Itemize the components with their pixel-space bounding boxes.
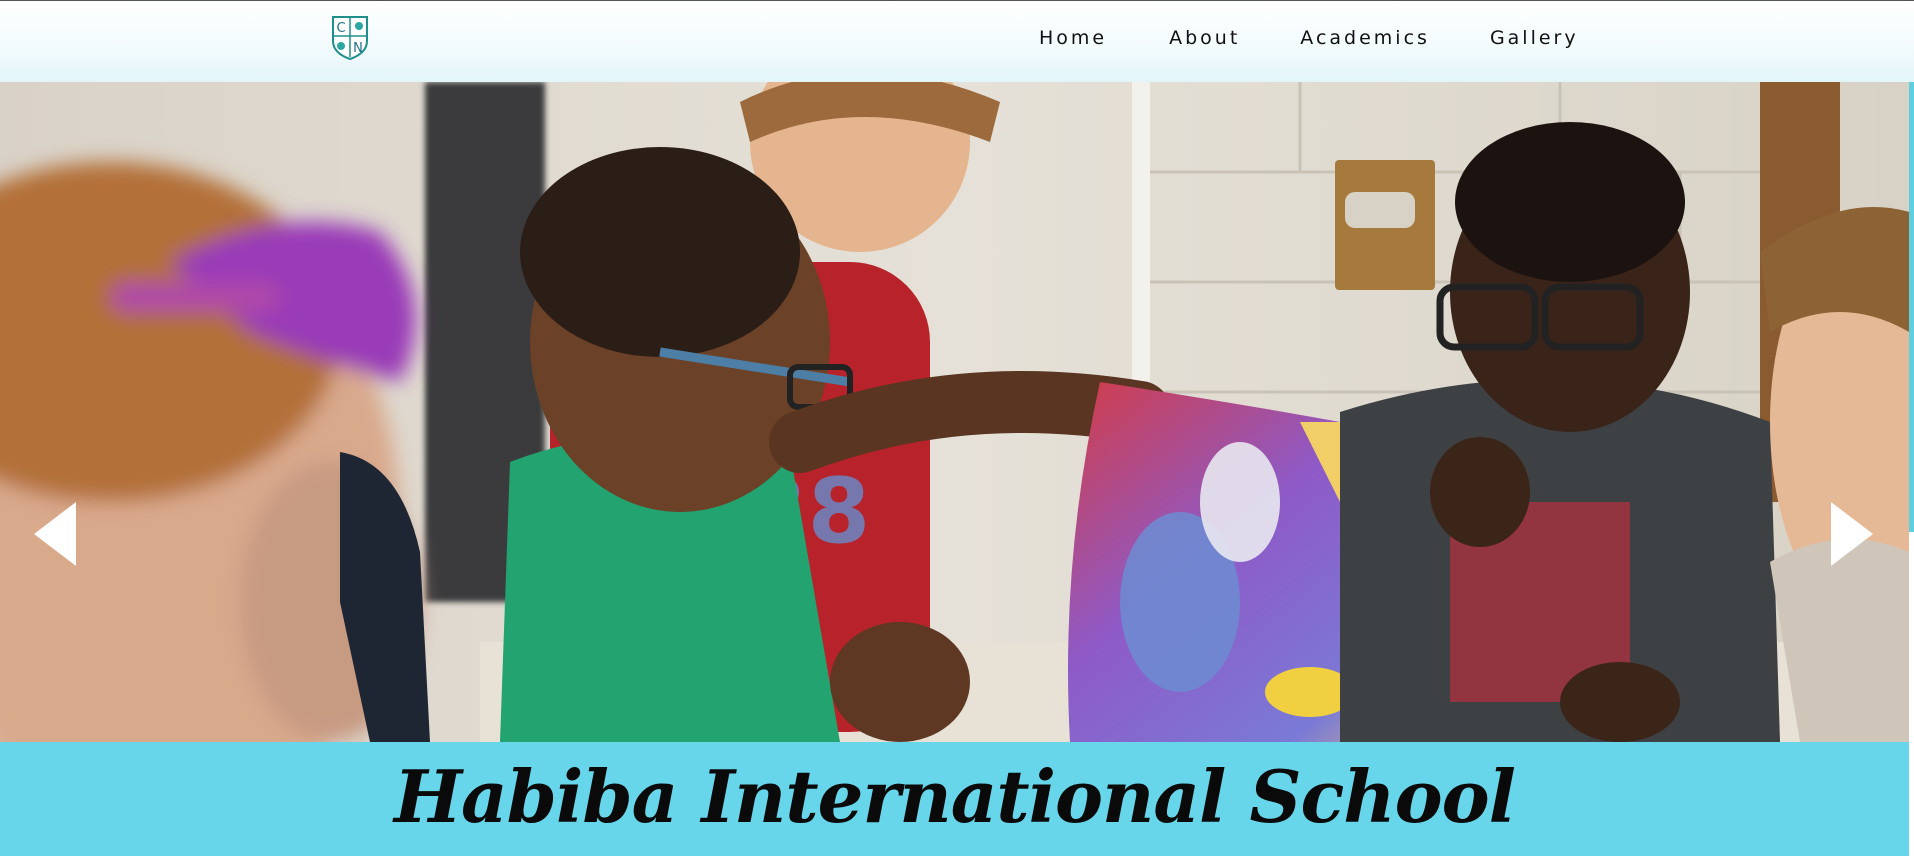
page-scrollbar[interactable] — [1909, 82, 1914, 532]
nav-item-about[interactable]: About — [1169, 27, 1240, 49]
main-nav: Home About Academics Gallery — [1039, 27, 1579, 49]
logo-letter-n: N — [353, 41, 363, 56]
children-reading-comic-photo: CAMP 38 CREATE A SCENE — [0, 82, 1909, 742]
school-name-banner: Habiba International School — [0, 742, 1909, 856]
logo-letter-c: C — [336, 21, 345, 36]
nav-item-home[interactable]: Home — [1039, 27, 1107, 49]
nav-item-gallery[interactable]: Gallery — [1490, 27, 1579, 49]
arrow-right-icon[interactable] — [1829, 500, 1875, 568]
hero-slider[interactable]: CAMP 38 CREATE A SCENE — [0, 82, 1909, 742]
nav-item-academics[interactable]: Academics — [1300, 27, 1430, 49]
page: C N Home About Academics Gallery CAMP 38… — [0, 0, 1914, 856]
arrow-left-icon[interactable] — [32, 500, 78, 568]
site-header: C N Home About Academics Gallery — [0, 0, 1914, 82]
school-crest-icon[interactable]: C N — [331, 15, 369, 61]
school-title: Habiba International School — [393, 754, 1516, 839]
